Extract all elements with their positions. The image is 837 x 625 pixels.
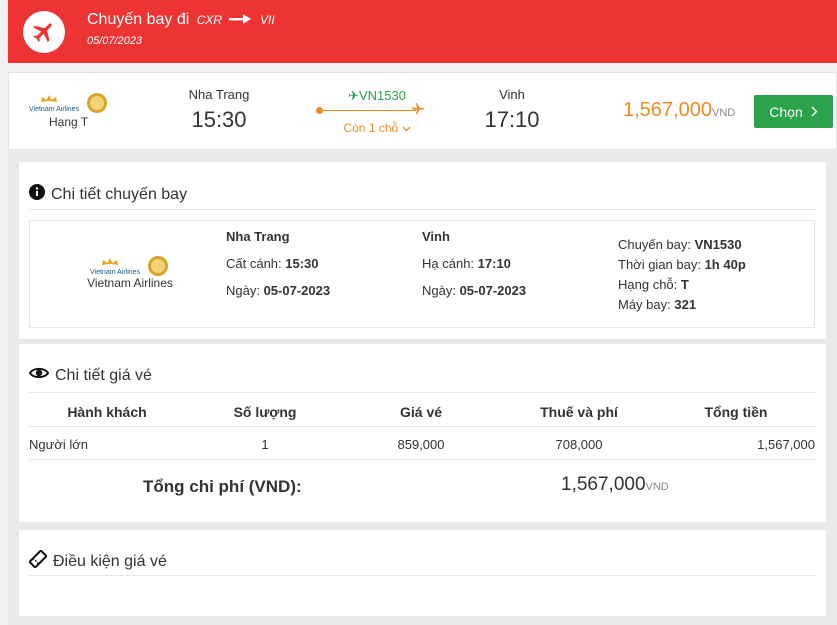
- arrival-info: Vinh Hạ cánh: 17:10 Ngày: 05-07-2023: [422, 223, 526, 304]
- row-total-value: 1,567,000: [757, 437, 815, 452]
- duration-label: Thời gian bay:: [618, 257, 705, 272]
- tax-value: 708,000: [555, 437, 603, 452]
- divider: [29, 575, 816, 576]
- departure-date-label: Ngày:: [226, 283, 264, 298]
- flight-no-value: VN1530: [694, 237, 742, 252]
- ticket-icon: [28, 549, 53, 573]
- header-quantity: Số lượng: [233, 404, 297, 420]
- seats-left-text: Còn 1 chỗ: [343, 121, 399, 135]
- arrival-city: Vinh: [499, 87, 525, 102]
- airline-logo-text: Vietnam Airlines: [29, 106, 80, 113]
- price-currency: VND: [711, 107, 736, 119]
- route-to-code: VII: [260, 13, 275, 28]
- price-value: 1,567,000: [623, 99, 712, 121]
- flight-summary-row[interactable]: Vietnam Airlines Hạng T Nha Trang 15:30 …: [8, 72, 837, 150]
- header-passenger: Hành khách: [67, 404, 147, 420]
- class-value: T: [680, 277, 689, 292]
- fare-conditions-card: Điều kiện giá vé: [19, 530, 826, 616]
- aircraft-label: Máy bay:: [618, 297, 675, 312]
- route-from-code: CXR: [196, 13, 223, 28]
- departure-info: Nha Trang Cất cánh: 15:30 Ngày: 05-07-20…: [226, 223, 330, 304]
- header-title: Chuyến bay đi CXR VII: [87, 11, 275, 29]
- eye-icon: [28, 366, 55, 385]
- arrival-date: 05-07-2023: [459, 283, 527, 298]
- chevron-down-icon: [402, 121, 411, 135]
- grand-total-label: Tổng chi phí (VND):: [143, 477, 302, 496]
- grand-total: 1,567,000VND: [561, 474, 669, 496]
- fare-conditions-title-text: Điều kiện giá vé: [53, 552, 167, 570]
- passenger-type: Người lớn: [29, 437, 88, 452]
- departure-city-detail: Nha Trang: [226, 229, 290, 244]
- header-date: 05/07/2023: [87, 35, 143, 47]
- departure-city: Nha Trang: [188, 87, 250, 102]
- divider: [29, 459, 816, 460]
- divider: [29, 392, 816, 393]
- divider: [29, 209, 816, 210]
- route-line: [316, 110, 416, 111]
- flight-detail-title: Chi tiết chuyến bay: [29, 184, 187, 205]
- flight-detail-card: Chi tiết chuyến bay Vietnam Airlines Vie…: [19, 162, 826, 339]
- takeoff-label: Cất cánh:: [226, 256, 286, 271]
- flight-no-label: Chuyến bay:: [618, 237, 695, 252]
- header-tax: Thuế và phí: [540, 404, 618, 420]
- duration-value: 1h 40p: [704, 257, 746, 272]
- price-detail-title: Chi tiết giá vé: [28, 366, 152, 385]
- class-label: Hạng chỗ:: [618, 277, 681, 292]
- seats-left[interactable]: Còn 1 chỗ: [327, 121, 427, 135]
- fare-class: Hạng T: [49, 115, 89, 129]
- takeoff-time: 15:30: [285, 256, 319, 271]
- header-title-text: Chuyến bay đi: [87, 11, 190, 29]
- header-total: Tổng tiền: [704, 404, 768, 420]
- landing-time: 17:10: [477, 256, 511, 271]
- fare-value: 859,000: [397, 437, 445, 452]
- arrival-date-label: Ngày:: [422, 283, 460, 298]
- departure-date: 05-07-2023: [263, 283, 331, 298]
- passenger-quantity: 1: [261, 437, 269, 452]
- flight-price: 1,567,000VND: [623, 99, 735, 122]
- arrival-time: 17:10: [484, 107, 540, 132]
- flight-header: Chuyến bay đi CXR VII 05/07/2023: [8, 0, 837, 63]
- divider: [29, 426, 816, 427]
- header-fare: Giá vé: [399, 404, 443, 420]
- flight-detail-title-text: Chi tiết chuyến bay: [51, 185, 188, 203]
- grand-total-value: 1,567,000: [561, 474, 646, 495]
- flight-number-text: VN1530: [358, 88, 406, 103]
- info-icon: [29, 184, 51, 205]
- airplane-icon: [23, 11, 65, 53]
- select-button-label: Chọn: [769, 103, 803, 120]
- aircraft-value: 321: [674, 297, 697, 312]
- flight-extra-info: Chuyến bay: VN1530 Thời gian bay: 1h 40p…: [618, 235, 746, 315]
- arrival-city-detail: Vinh: [422, 229, 450, 244]
- flight-detail-box: Vietnam Airlines Vietnam Airlines Nha Tr…: [29, 220, 815, 328]
- details-panel: Chi tiết chuyến bay Vietnam Airlines Vie…: [8, 151, 837, 625]
- arrow-right-icon: [228, 11, 251, 29]
- price-detail-title-text: Chi tiết giá vé: [55, 366, 152, 384]
- grand-total-currency: VND: [645, 481, 669, 493]
- route-airplane-icon: [411, 102, 425, 121]
- landing-label: Hạ cánh:: [422, 256, 478, 271]
- airline-logo-detail-text: Vietnam Airlines: [90, 269, 141, 276]
- small-airplane-icon: ✈: [348, 88, 359, 103]
- select-flight-button[interactable]: Chọn: [754, 95, 833, 128]
- departure-time: 15:30: [191, 107, 247, 132]
- fare-conditions-title[interactable]: Điều kiện giá vé: [28, 549, 167, 573]
- chevron-right-icon: [803, 104, 818, 120]
- airline-name: Vietnam Airlines: [87, 276, 173, 290]
- price-detail-card: Chi tiết giá vé Hành khách Số lượng Giá …: [19, 344, 826, 522]
- airline-logo: Vietnam Airlines: [27, 91, 111, 117]
